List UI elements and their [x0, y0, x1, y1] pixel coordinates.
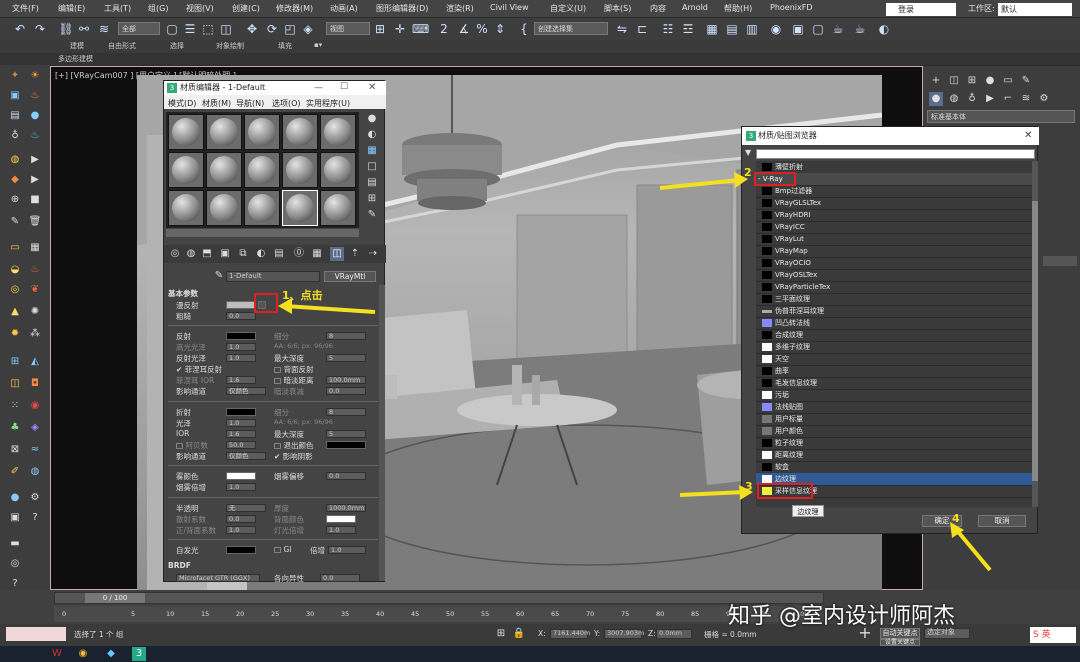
lock-icon[interactable]: 🔒	[512, 627, 526, 641]
tick-label: 20	[236, 610, 245, 618]
x-label: X:	[538, 629, 546, 638]
wps-icon[interactable]: W	[50, 647, 64, 661]
set-key-button[interactable]: 设置关键点	[880, 639, 920, 646]
grid-status: 栅格 = 0.0mm	[704, 630, 757, 639]
tick-label: 85	[691, 610, 700, 618]
max-app-icon[interactable]: 3	[132, 647, 146, 661]
ime-language: 英	[1041, 630, 1051, 640]
arrow-step4	[953, 526, 992, 572]
tick-label: 50	[446, 610, 455, 618]
isolate-icon[interactable]: ⊞	[494, 627, 508, 641]
tick-label: 30	[306, 610, 315, 618]
arrow-step2-head	[734, 172, 748, 188]
tick-label: 0	[62, 610, 67, 618]
tick-label: 55	[481, 610, 490, 618]
arrow-step1	[284, 304, 376, 314]
y-label: Y:	[594, 629, 601, 638]
y-coord-field[interactable]: 3007.903m	[604, 629, 644, 639]
tick-label: 75	[621, 610, 630, 618]
tick-label: 60	[516, 610, 525, 618]
photo-icon[interactable]: ◉	[76, 647, 90, 661]
tick-label: 25	[271, 610, 280, 618]
z-label: Z:	[648, 629, 656, 638]
selection-status: 选择了 1 个 组	[74, 630, 124, 639]
track-bar[interactable]: 0 5 10 15 20 25 30 35 40 45 50 55 60 65 …	[54, 606, 824, 622]
arrow-step3-head	[739, 485, 753, 500]
time-slider[interactable]: 0 / 100	[54, 592, 824, 604]
arrow-step3	[679, 490, 746, 497]
taskbar: W ◉ ◆ 3	[0, 646, 1080, 662]
annotation-arrows	[278, 172, 992, 572]
tick-label: 40	[376, 610, 385, 618]
tick-label: 5	[131, 610, 136, 618]
arrow-step2	[659, 178, 741, 190]
watermark: 知乎 @室内设计师阿杰	[728, 604, 955, 629]
tick-label: 45	[411, 610, 420, 618]
z-coord-field[interactable]: 0.0mm	[656, 629, 692, 639]
tick-label: 35	[341, 610, 350, 618]
maxscript-listener[interactable]	[6, 627, 66, 641]
tick-label: 15	[201, 610, 210, 618]
tick-label: 65	[551, 610, 560, 618]
tick-label: 10	[166, 610, 175, 618]
x-coord-field[interactable]: 7161.440m	[550, 629, 590, 639]
tick-label: 80	[656, 610, 665, 618]
tick-label: 70	[586, 610, 595, 618]
time-slider-thumb[interactable]: 0 / 100	[85, 593, 145, 603]
ime-indicator[interactable]: S 英	[1030, 627, 1076, 643]
arrow-step1-head	[278, 298, 292, 314]
app-icon[interactable]: ◆	[104, 647, 118, 661]
